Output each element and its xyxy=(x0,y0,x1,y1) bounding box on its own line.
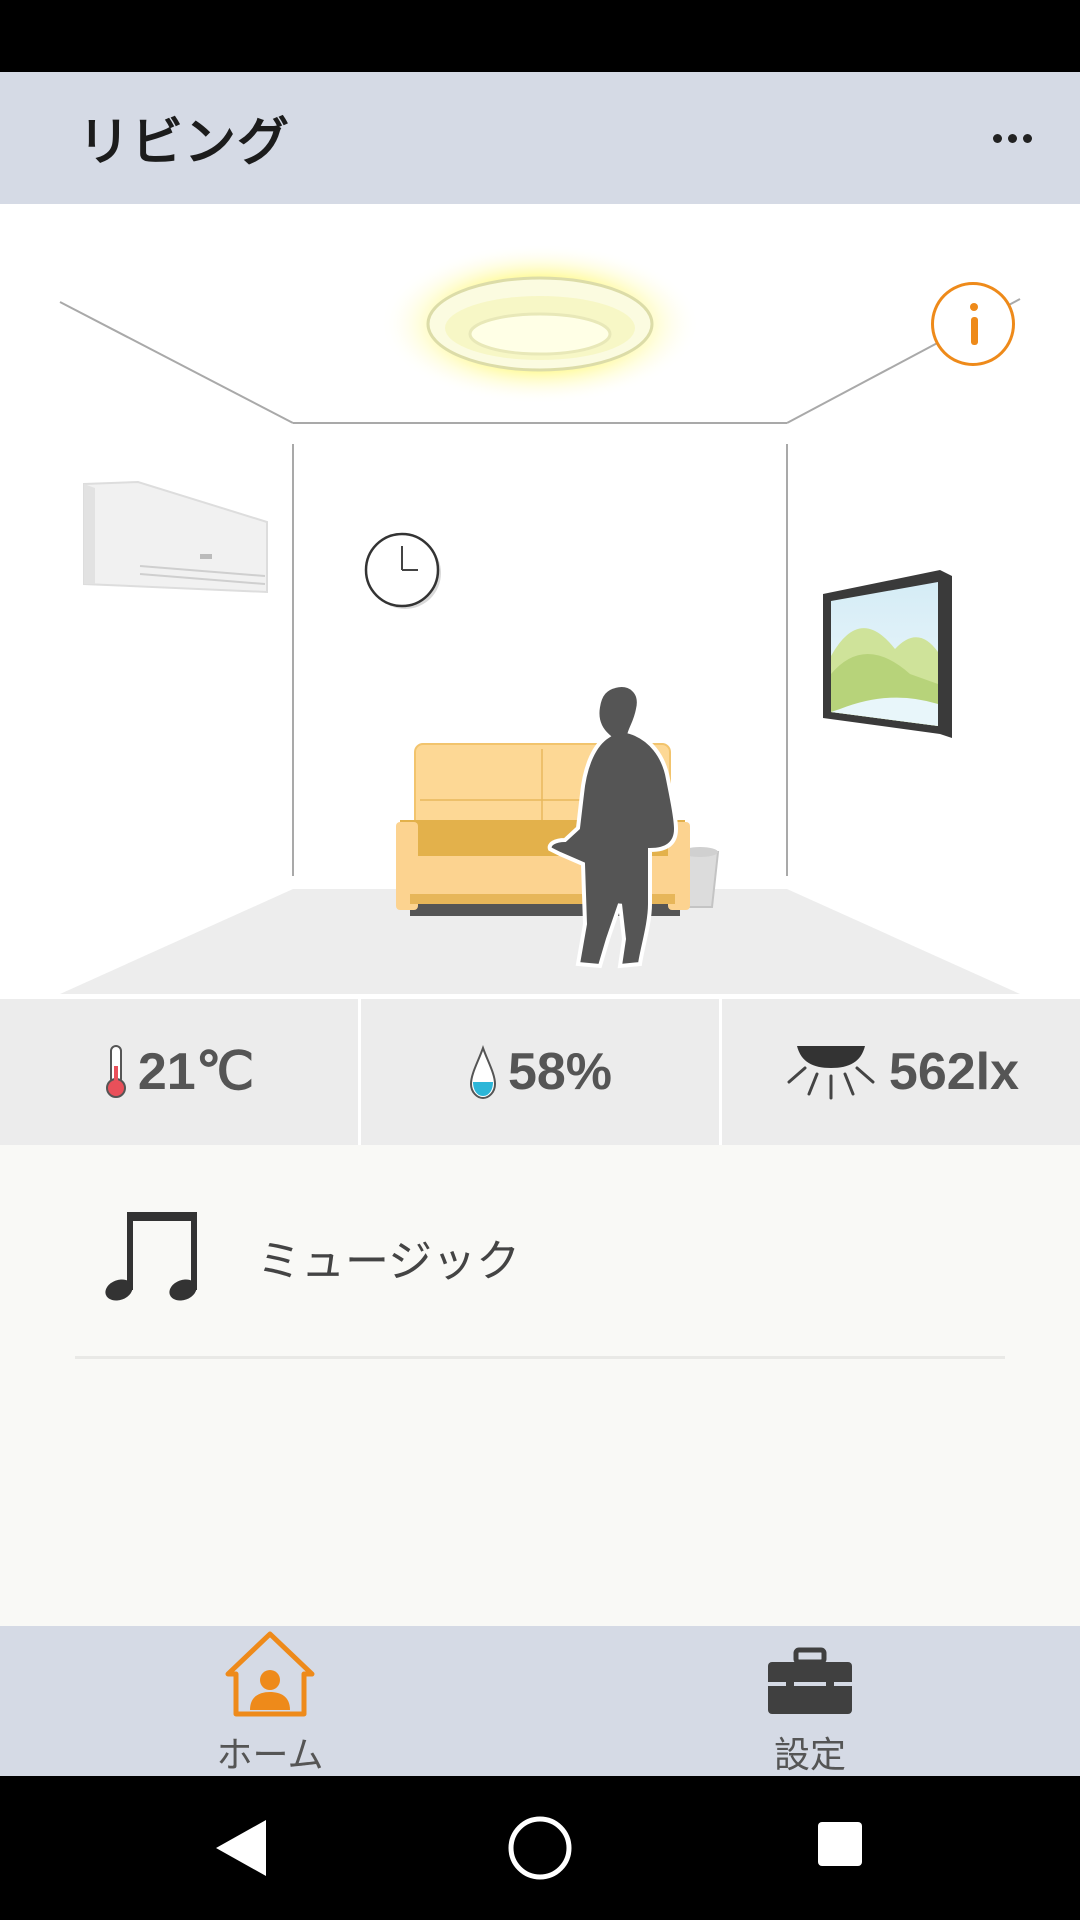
bottom-navigation: ホーム 設定 xyxy=(0,1626,1080,1776)
sensor-bar: 21℃ 58% 562lx xyxy=(0,999,1080,1145)
home-circle-icon[interactable] xyxy=(506,1814,574,1882)
more-options-button[interactable] xyxy=(972,102,1052,174)
wall-picture[interactable] xyxy=(823,570,952,738)
toolbox-icon xyxy=(768,1647,852,1714)
nav-settings-label: 設定 xyxy=(773,1735,846,1776)
status-bar xyxy=(0,0,1080,72)
room-scene xyxy=(59,244,1021,994)
thermometer-icon xyxy=(105,1045,126,1098)
temperature-sensor[interactable]: 21℃ xyxy=(0,999,361,1145)
info-button[interactable] xyxy=(931,282,1015,366)
nav-settings[interactable]: 設定 xyxy=(540,1626,1080,1776)
app-screen: リビング 21℃ 58% 562lx ミュージック ホーム 設定 xyxy=(0,0,1080,1920)
home-icon xyxy=(225,1631,315,1717)
humidity-value: 58% xyxy=(507,1043,613,1101)
system-navigation-bar xyxy=(0,1776,1080,1920)
device-list: ミュージック xyxy=(0,1145,1080,1626)
room-illustration xyxy=(0,204,1080,999)
temperature-value: 21℃ xyxy=(137,1043,255,1101)
app-bar: リビング xyxy=(0,72,1080,204)
music-note-icon xyxy=(105,1212,197,1301)
more-horizontal-icon xyxy=(992,133,1002,143)
nav-home-label: ホーム xyxy=(216,1735,324,1776)
nav-home[interactable]: ホーム xyxy=(0,1626,540,1776)
list-item-music[interactable]: ミュージック xyxy=(75,1145,1005,1359)
water-drop-icon xyxy=(469,1045,496,1100)
lamp-icon xyxy=(787,1046,875,1100)
recents-icon[interactable] xyxy=(816,1820,864,1868)
illuminance-value: 562lx xyxy=(888,1043,1020,1101)
ceiling-light[interactable] xyxy=(380,244,700,404)
illuminance-sensor[interactable]: 562lx xyxy=(722,999,1080,1145)
music-label: ミュージック xyxy=(257,1236,521,1287)
humidity-sensor[interactable]: 58% xyxy=(361,999,722,1145)
wall-clock[interactable] xyxy=(364,532,441,609)
page-title: リビング xyxy=(78,113,291,173)
air-conditioner[interactable] xyxy=(83,480,268,594)
back-icon[interactable] xyxy=(210,1816,270,1880)
